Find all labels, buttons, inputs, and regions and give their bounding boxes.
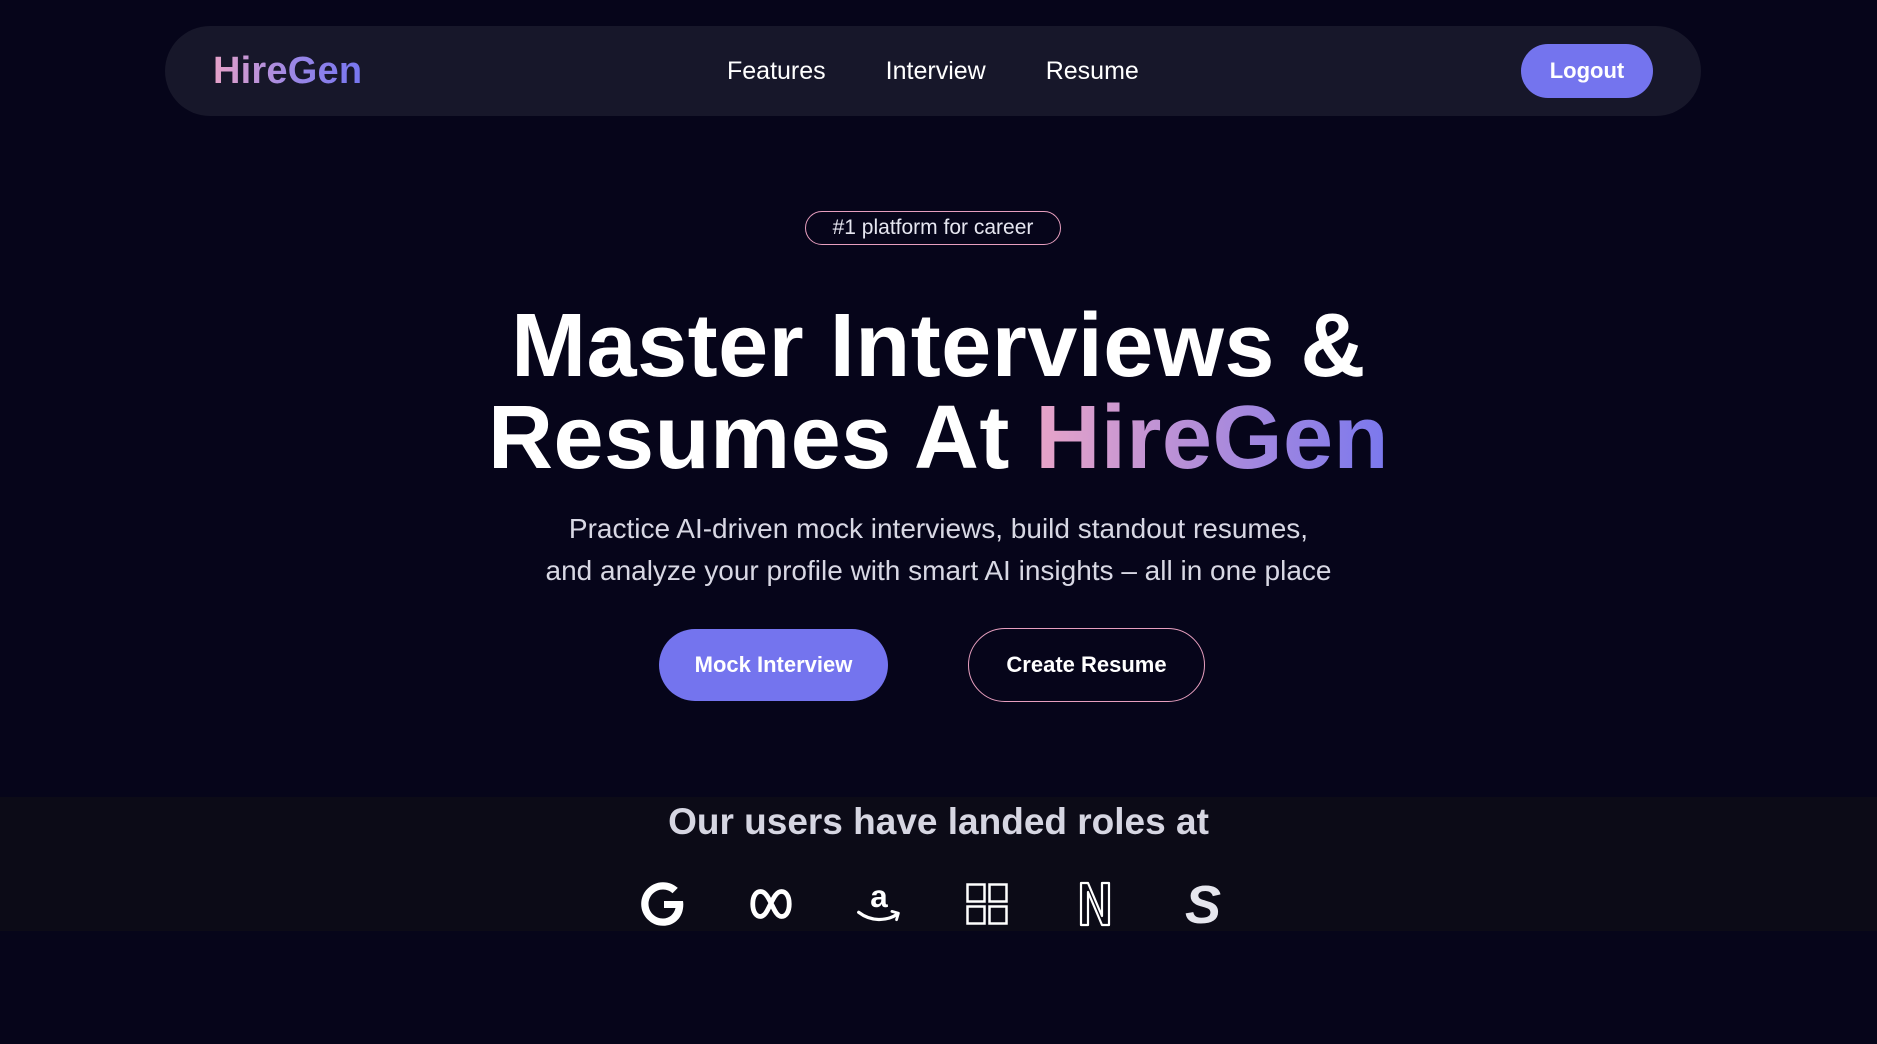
- nav-link-interview[interactable]: Interview: [886, 57, 986, 86]
- companies-heading: Our users have landed roles at: [668, 801, 1209, 842]
- hero-title-line2: Resumes At: [488, 388, 1036, 488]
- career-badge: #1 platform for career: [805, 211, 1061, 245]
- hero-title: Master Interviews & Resumes At HireGen: [0, 300, 1877, 484]
- hero-subtitle: Practice AI-driven mock interviews, buil…: [0, 508, 1877, 592]
- netflix-icon: [1071, 877, 1119, 931]
- svg-text:S: S: [1185, 879, 1221, 929]
- cta-buttons: Mock Interview Create Resume: [659, 628, 1205, 702]
- top-navbar: HireGen Features Interview Resume Logout: [165, 26, 1701, 116]
- brand-logo[interactable]: HireGen: [213, 50, 362, 93]
- nav-link-features[interactable]: Features: [727, 57, 826, 86]
- google-icon: [639, 877, 687, 931]
- company-logos: a S: [639, 877, 1227, 931]
- nav-link-resume[interactable]: Resume: [1046, 57, 1139, 86]
- mock-interview-button[interactable]: Mock Interview: [659, 629, 888, 701]
- landing-page: HireGen Features Interview Resume Logout…: [0, 0, 1877, 1044]
- hero-title-line1: Master Interviews &: [511, 296, 1366, 396]
- svg-text:a: a: [870, 879, 888, 914]
- hero-subtitle-line1: Practice AI-driven mock interviews, buil…: [568, 513, 1309, 544]
- hero-title-accent: HireGen: [1035, 388, 1389, 488]
- stripe-icon: S: [1179, 877, 1227, 931]
- amazon-icon: a: [855, 877, 903, 931]
- nav-links: Features Interview Resume: [727, 57, 1139, 86]
- company-logos-section: Our users have landed roles at a S: [0, 797, 1877, 931]
- logout-button[interactable]: Logout: [1521, 44, 1653, 98]
- hero-subtitle-line2: and analyze your profile with smart AI i…: [545, 555, 1332, 586]
- microsoft-icon: [963, 877, 1011, 931]
- meta-icon: [747, 877, 795, 931]
- create-resume-button[interactable]: Create Resume: [968, 628, 1205, 702]
